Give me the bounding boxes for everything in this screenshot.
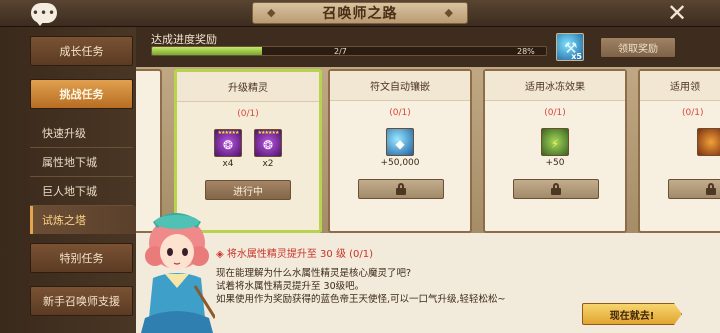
- card-rewards: ★★★★★★ ❂ x4 ★★★★★★ ❂ x2: [177, 129, 319, 169]
- sidebar-item-newbie-support[interactable]: 新手召唤师支援: [30, 286, 133, 316]
- guide-character-avatar: [141, 213, 215, 333]
- mission-title: ◈ 将水属性精灵提升至 30 级 (0/1): [216, 249, 374, 260]
- progress-count: 2/7: [334, 47, 347, 56]
- description-line: 现在能理解为什么水属性精灵是核心魔灵了吧?: [216, 268, 412, 279]
- claim-reward-button[interactable]: 领取奖励: [600, 37, 676, 58]
- reward-quantity: x4: [222, 159, 234, 169]
- card-header: 适用领: [640, 71, 720, 101]
- title-bar: ••• 召唤师之路 ✕: [0, 0, 720, 27]
- sidebar-subitem-label: 试炼之塔: [42, 214, 86, 227]
- reward-quantity: x2: [262, 159, 274, 169]
- claim-reward-label: 领取奖励: [618, 44, 658, 55]
- energy-icon: ⚡: [541, 128, 569, 156]
- progress-bar: [151, 46, 547, 56]
- sidebar-item-label: 新手召唤师支援: [43, 295, 120, 308]
- go-now-label: 现在就去!: [609, 310, 655, 322]
- sidebar-subitem-trial-tower[interactable]: 试炼之塔: [30, 206, 136, 234]
- reward-item[interactable]: ⚡ +50: [530, 128, 580, 168]
- sidebar-subitem-label: 快速升级: [42, 127, 86, 140]
- sidebar-subitem-quick-level[interactable]: 快速升级: [30, 119, 136, 147]
- card-progress: (0/1): [682, 108, 704, 118]
- crystal-icon: ◆: [386, 128, 414, 156]
- sidebar-subitem-giant-dungeon[interactable]: 巨人地下城: [30, 177, 136, 205]
- sidebar-item-label: 特别任务: [59, 252, 104, 265]
- card-header: 升级精灵: [177, 72, 319, 102]
- in-progress-label: 进行中: [233, 186, 263, 198]
- lock-icon: [551, 183, 561, 195]
- reward-item[interactable]: ★★★★★★ ❂ x2: [253, 129, 283, 169]
- mission-card-freeze-effect[interactable]: 适用冰冻效果 (0/1) ⚡ +50: [483, 69, 627, 233]
- close-icon[interactable]: ✕: [664, 1, 690, 25]
- card-progress: (0/1): [389, 108, 411, 118]
- card-progress: (0/1): [544, 108, 566, 118]
- locked-button[interactable]: [513, 179, 599, 199]
- reward-quantity: +50,000: [380, 158, 420, 168]
- reward-item[interactable]: ◆ +50,000: [370, 128, 430, 168]
- mission-card-rune-auto-equip[interactable]: 符文自动镶嵌 (0/1) ◆ +50,000: [328, 69, 472, 233]
- mission-card-partial-right[interactable]: 适用领 (0/1): [638, 69, 720, 233]
- go-now-button[interactable]: 现在就去!: [582, 303, 682, 325]
- sidebar-subitem-label: 属性地下城: [42, 156, 97, 169]
- main-panel: 达成进度奖励 2/7 28% ⚒ x5 领取奖励 升级精灵 (0/1) ★★★★…: [136, 27, 720, 333]
- purple-monster-icon: ★★★★★★ ❂: [254, 129, 282, 157]
- achievement-progress: 达成进度奖励 2/7 28% ⚒ x5 领取奖励: [136, 27, 720, 67]
- mission-cards: 升级精灵 (0/1) ★★★★★★ ❂ x4 ★★★★★★ ❂ x2 进行中 符…: [136, 67, 720, 233]
- star-rating: ★★★★★★: [217, 130, 240, 136]
- mission-description: 现在能理解为什么水属性精灵是核心魔灵了吧? 试着将水属性精灵提升至 30级吧。 …: [216, 267, 506, 306]
- lock-icon: [706, 183, 716, 195]
- mission-detail: ◈ 将水属性精灵提升至 30 级 (0/1) 现在能理解为什么水属性精灵是核心魔…: [136, 233, 720, 333]
- card-title: 升级精灵: [228, 83, 268, 94]
- description-line: 如果使用作为奖励获得的蓝色帝王天使怪,可以一口气升级,轻轻松松~: [216, 294, 506, 305]
- sidebar-item-growth[interactable]: 成长任务: [30, 36, 133, 66]
- card-title: 适用领: [670, 82, 700, 93]
- locked-button[interactable]: [358, 179, 444, 199]
- reward-quantity: x5: [571, 52, 582, 61]
- card-rewards: ◆ +50,000: [330, 128, 470, 168]
- monster-icon: [697, 128, 720, 156]
- in-progress-button[interactable]: 进行中: [205, 180, 291, 200]
- sidebar: 成长任务 挑战任务 快速升级 属性地下城 巨人地下城 试炼之塔 特别任务 新手召…: [0, 27, 136, 333]
- sidebar-item-special[interactable]: 特别任务: [30, 243, 133, 273]
- progress-fill: [152, 47, 263, 55]
- card-rewards: ⚡ +50: [485, 128, 625, 168]
- sidebar-item-label: 成长任务: [59, 45, 104, 58]
- card-title: 适用冰冻效果: [525, 82, 585, 93]
- chat-bubble-icon[interactable]: •••: [31, 3, 57, 26]
- title-plaque: 召唤师之路: [252, 2, 468, 24]
- card-progress: (0/1): [237, 109, 259, 119]
- purple-monster-icon: ★★★★★★ ❂: [214, 129, 242, 157]
- lock-icon: [396, 183, 406, 195]
- card-header: 符文自动镶嵌: [330, 71, 470, 101]
- card-rewards: [640, 128, 720, 156]
- reward-quantity: +50: [545, 158, 565, 168]
- description-line: 试着将水属性精灵提升至 30级吧。: [216, 281, 365, 292]
- star-rating: ★★★★★★: [257, 130, 280, 136]
- sidebar-item-label: 挑战任务: [59, 88, 104, 101]
- sidebar-item-challenge[interactable]: 挑战任务: [30, 79, 133, 109]
- sidebar-subitem-label: 巨人地下城: [42, 185, 97, 198]
- locked-button[interactable]: [668, 179, 720, 199]
- progress-percent: 28%: [517, 47, 535, 56]
- reward-item[interactable]: ★★★★★★ ❂ x4: [213, 129, 243, 169]
- sidebar-subitem-elemental-dungeon[interactable]: 属性地下城: [30, 148, 136, 176]
- card-title: 符文自动镶嵌: [370, 82, 430, 93]
- page-title: 召唤师之路: [322, 6, 398, 22]
- progress-label: 达成进度奖励: [151, 33, 217, 46]
- card-header: 适用冰冻效果: [485, 71, 625, 101]
- hammer-reward-icon[interactable]: ⚒ x5: [556, 33, 584, 61]
- reward-item[interactable]: [696, 128, 720, 156]
